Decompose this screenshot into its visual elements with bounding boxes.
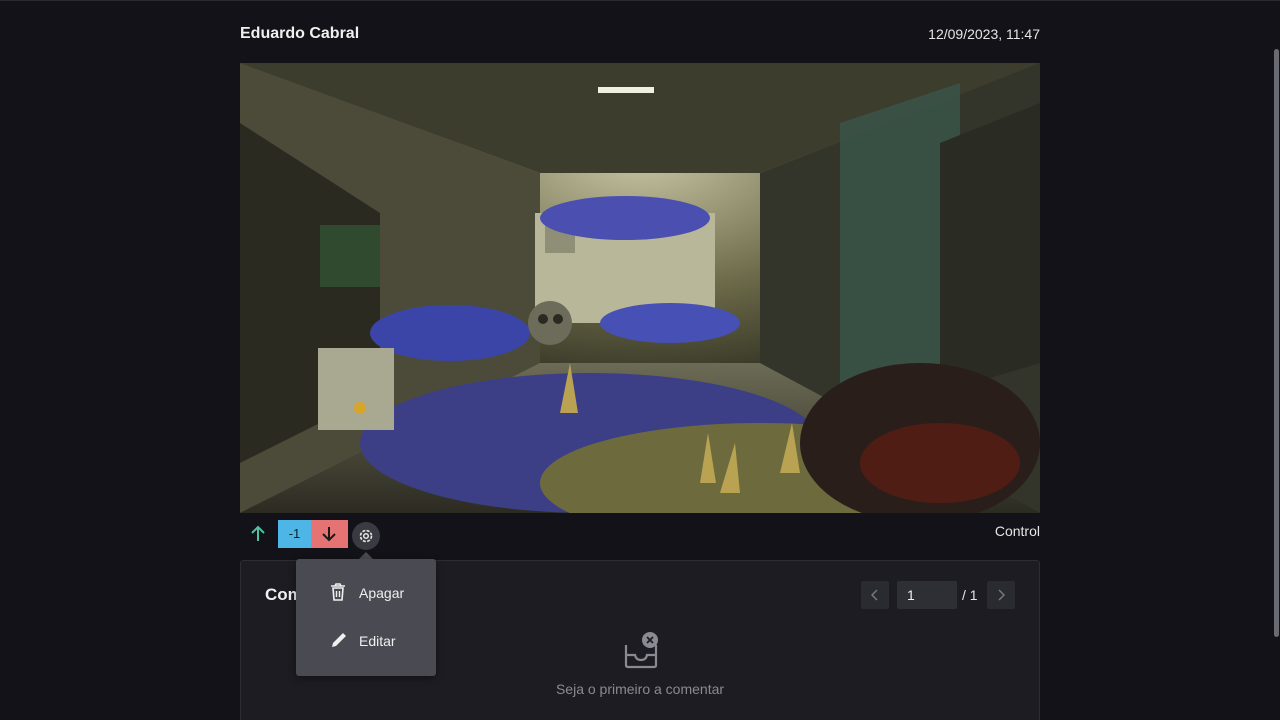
author-name[interactable]: Eduardo Cabral bbox=[240, 25, 359, 43]
delete-label: Apagar bbox=[359, 585, 405, 601]
post-options-menu: Apagar Editar bbox=[296, 559, 436, 676]
downvote-button[interactable] bbox=[311, 520, 348, 548]
chevron-left-icon bbox=[871, 589, 878, 601]
page-total: / 1 bbox=[962, 587, 978, 603]
edit-label: Editar bbox=[359, 633, 396, 649]
post-header: Eduardo Cabral 12/09/2023, 11:47 bbox=[240, 25, 1040, 45]
delete-menu-item[interactable]: Apagar bbox=[296, 569, 436, 617]
empty-comments-message: Seja o primeiro a comentar bbox=[555, 681, 725, 697]
upvote-button[interactable] bbox=[246, 524, 270, 544]
edit-menu-item[interactable]: Editar bbox=[296, 617, 436, 665]
vote-bar: -1 Control bbox=[240, 520, 1040, 550]
arrow-up-icon bbox=[251, 525, 265, 541]
post-screenshot[interactable] bbox=[240, 63, 1040, 513]
next-page-button[interactable] bbox=[987, 581, 1015, 609]
comments-pagination: / 1 bbox=[861, 581, 1015, 609]
post-timestamp: 12/09/2023, 11:47 bbox=[928, 26, 1040, 42]
trash-icon bbox=[331, 583, 345, 601]
pencil-icon bbox=[332, 633, 346, 647]
category-label[interactable]: Control bbox=[995, 523, 1040, 539]
page-number-input[interactable] bbox=[897, 581, 957, 609]
menu-pointer bbox=[359, 552, 373, 559]
inbox-empty-icon bbox=[624, 632, 658, 669]
page-scrollbar[interactable] bbox=[1274, 49, 1279, 637]
chevron-right-icon bbox=[998, 589, 1005, 601]
settings-button[interactable] bbox=[352, 522, 380, 550]
vote-score: -1 bbox=[278, 520, 311, 548]
gear-icon bbox=[359, 529, 373, 543]
prev-page-button[interactable] bbox=[861, 581, 889, 609]
screenshot-image bbox=[240, 63, 1040, 513]
arrow-down-icon bbox=[322, 527, 336, 542]
